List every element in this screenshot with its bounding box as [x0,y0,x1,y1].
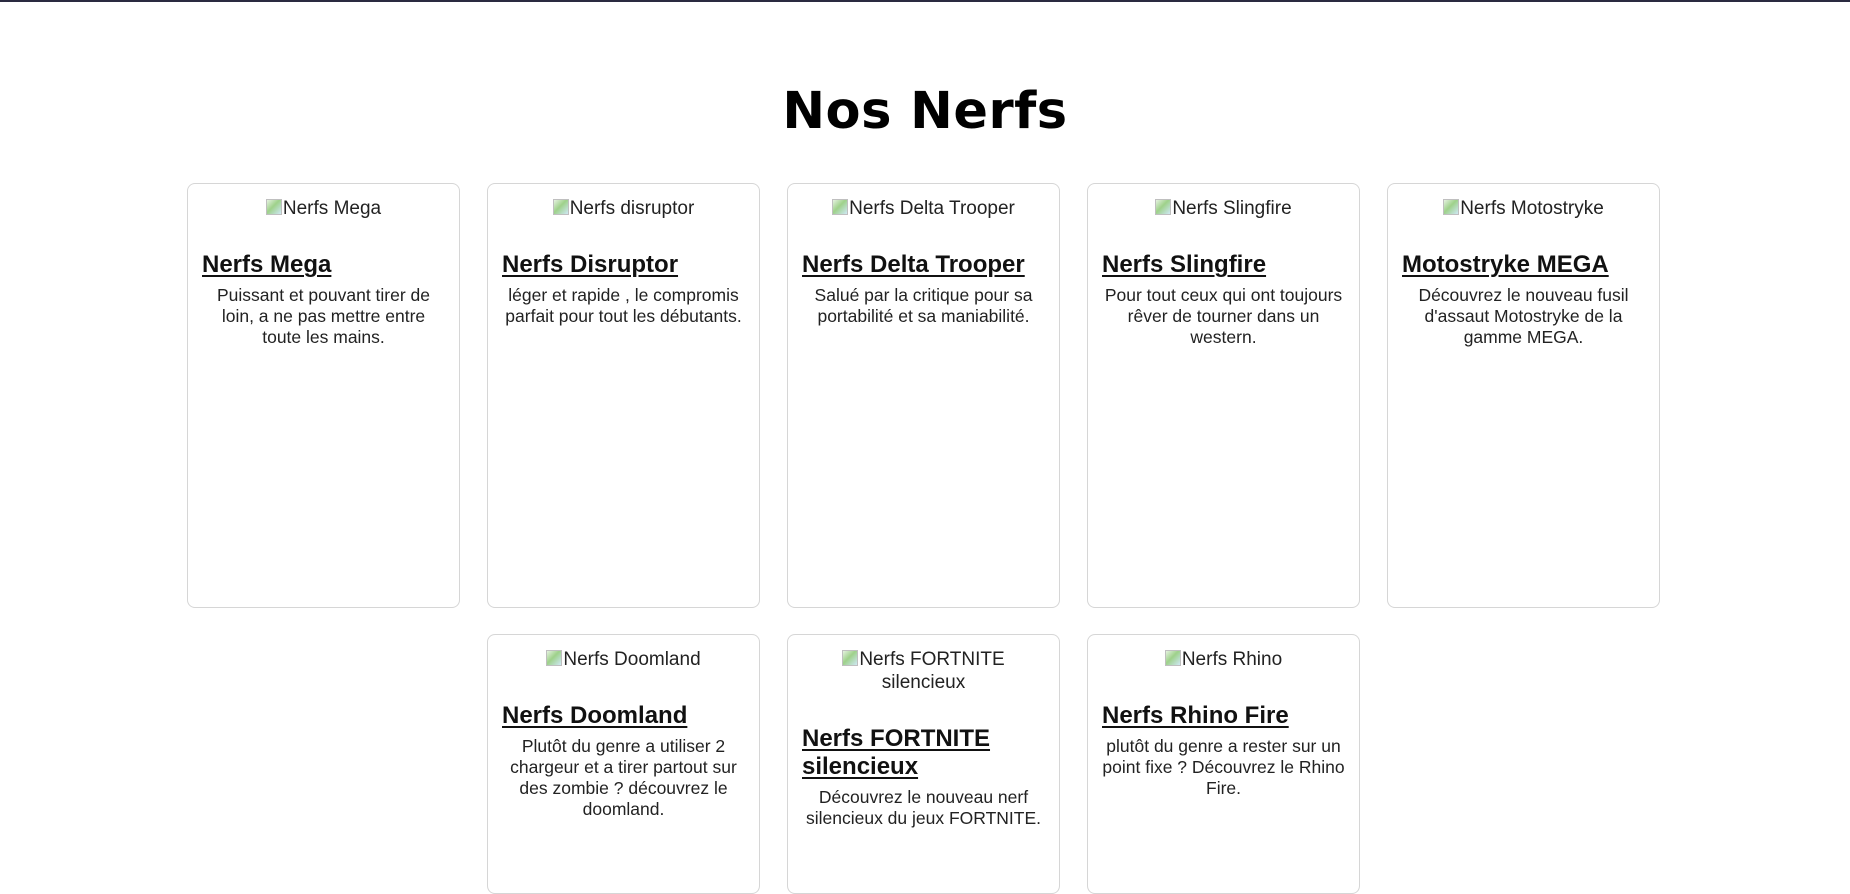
product-image-alt: Nerfs Motostryke [1460,198,1604,219]
product-image: Nerfs FORTNITE silencieux [802,648,1045,694]
product-card-mega: Nerfs Mega Nerfs Mega Puissant et pouvan… [187,183,460,608]
page-title: Nos Nerfs [782,82,1068,141]
product-image: Nerfs Rhino [1102,648,1345,671]
product-image: Nerfs disruptor [502,197,745,220]
product-image: Nerfs Mega [202,197,445,220]
product-description: léger et rapide , le compromis parfait p… [505,285,742,326]
product-title-link[interactable]: Nerfs Disruptor [502,251,745,279]
broken-image-icon [265,199,282,215]
product-description: Puissant et pouvant tirer de loin, a ne … [216,285,431,347]
product-description: Plutôt du genre a utiliser 2 chargeur et… [510,736,737,819]
product-title-link[interactable]: Nerfs Mega [202,251,445,279]
product-image-alt: Nerfs Slingfire [1172,198,1292,219]
product-card-delta-trooper: Nerfs Delta Trooper Nerfs Delta Trooper … [787,183,1060,608]
product-title-link[interactable]: Nerfs Doomland [502,702,745,730]
broken-image-icon [1164,650,1181,666]
product-title-link[interactable]: Nerfs Rhino Fire [1102,702,1345,730]
broken-image-icon [842,650,859,666]
product-image-alt: Nerfs Rhino [1181,649,1283,670]
product-image-alt: Nerfs Mega [282,198,382,219]
product-image-alt: Nerfs disruptor [569,198,695,219]
product-description: Découvrez le nouveau fusil d'assaut Moto… [1418,285,1629,347]
product-image: Nerfs Motostryke [1402,197,1645,220]
broken-image-icon [1155,199,1172,215]
product-card-rhino-fire: Nerfs Rhino Nerfs Rhino Fire plutôt du g… [1087,634,1360,894]
product-title-link[interactable]: Nerfs FORTNITE silencieux [802,725,1045,781]
product-description: Salué par la critique pour sa portabilit… [814,285,1033,326]
product-image-alt: Nerfs Delta Trooper [849,198,1015,219]
broken-image-icon [552,199,569,215]
product-image: Nerfs Slingfire [1102,197,1345,220]
product-image-alt: Nerfs Doomland [563,649,701,670]
product-card-doomland: Nerfs Doomland Nerfs Doomland Plutôt du … [487,634,760,894]
broken-image-icon [1443,199,1460,215]
product-card-disruptor: Nerfs disruptor Nerfs Disruptor léger et… [487,183,760,608]
product-title-link[interactable]: Nerfs Slingfire [1102,251,1345,279]
product-card-motostryke: Nerfs Motostryke Motostryke MEGA Découvr… [1387,183,1660,608]
product-description: Découvrez le nouveau nerf silencieux du … [805,787,1042,828]
product-image: Nerfs Delta Trooper [802,197,1045,220]
product-image: Nerfs Doomland [502,648,745,671]
product-title-link[interactable]: Nerfs Delta Trooper [802,251,1045,279]
product-card-slingfire: Nerfs Slingfire Nerfs Slingfire Pour tou… [1087,183,1360,608]
broken-image-icon [832,199,849,215]
product-title-link[interactable]: Motostryke MEGA [1402,251,1645,279]
product-image-alt: Nerfs FORTNITE silencieux [859,649,1005,693]
top-border [0,0,1850,2]
broken-image-icon [546,650,563,666]
product-description: Pour tout ceux qui ont toujours rêver de… [1104,285,1343,347]
product-card-fortnite: Nerfs FORTNITE silencieux Nerfs FORTNITE… [787,634,1060,894]
product-description: plutôt du genre a rester sur un point fi… [1102,736,1345,798]
